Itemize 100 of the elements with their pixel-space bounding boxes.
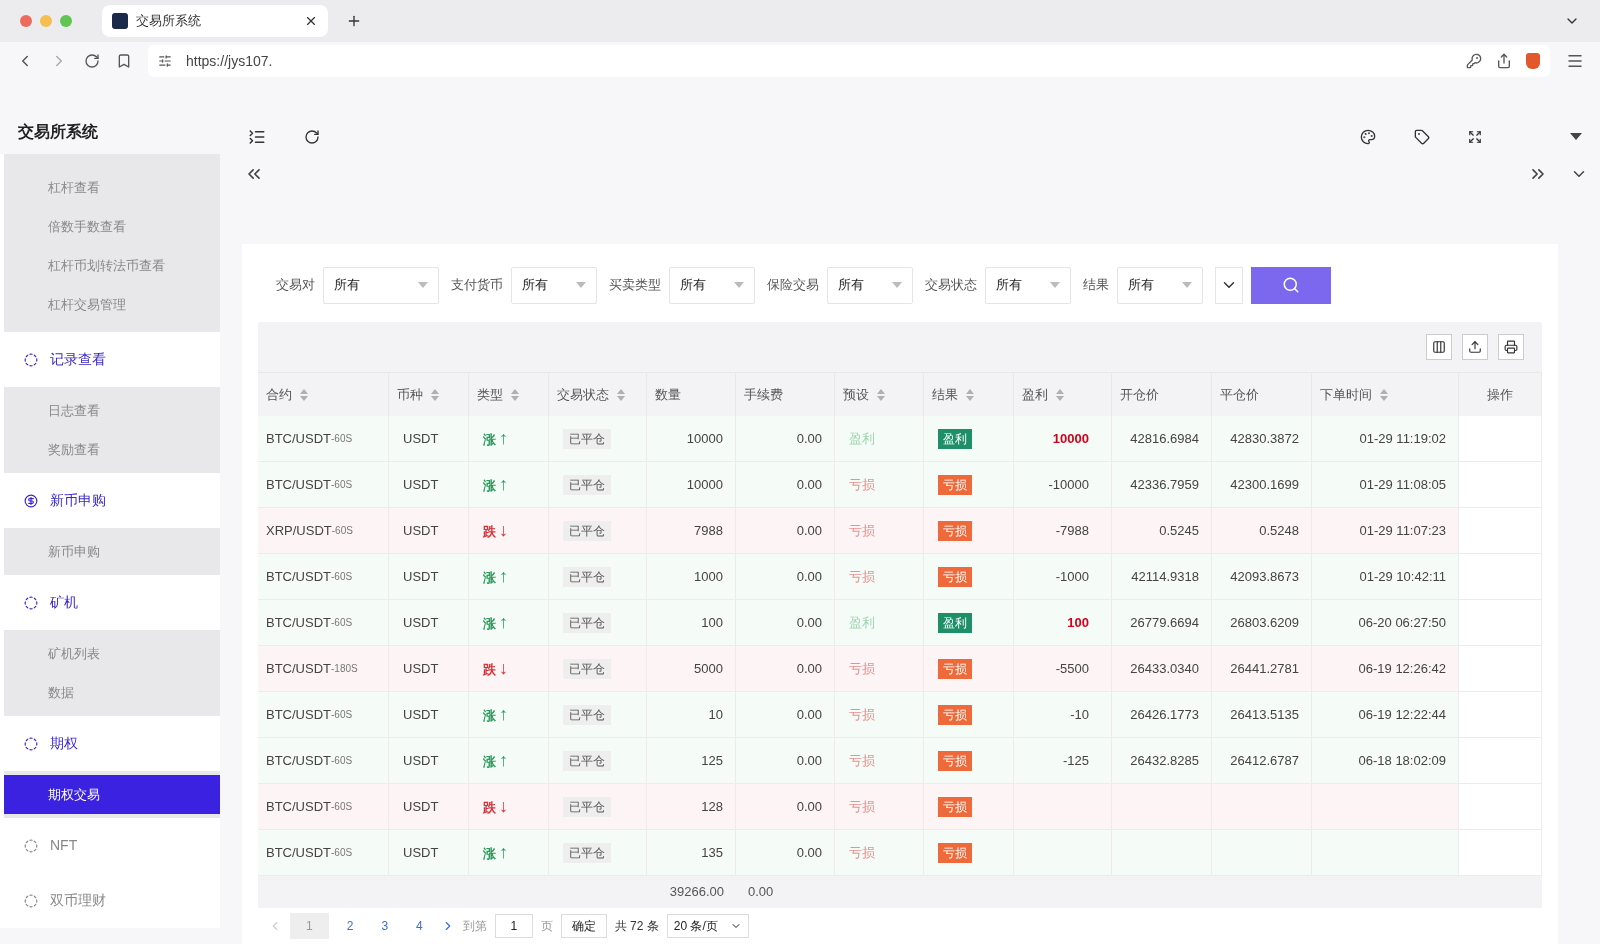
preset-label: 亏损	[849, 843, 875, 862]
palette-icon[interactable]	[1360, 129, 1376, 145]
direction-label: 涨 ↑	[483, 841, 508, 864]
profit-value: -125	[1062, 751, 1089, 770]
profit-value: 100	[1067, 613, 1089, 632]
direction-label: 涨 ↑	[483, 427, 508, 450]
address-bar[interactable]: https://jys107.	[148, 45, 1550, 77]
circle-icon	[24, 893, 38, 908]
page-size-select[interactable]: 20 条/页	[666, 914, 749, 938]
goto-label: 到第	[462, 918, 487, 935]
page-link[interactable]: 4	[406, 913, 433, 939]
preset-label: 亏损	[849, 797, 875, 816]
circle-icon	[24, 595, 38, 610]
preset-label: 亏损	[849, 567, 875, 586]
status-tag: 已平仓	[563, 474, 611, 495]
filter-select[interactable]: 所有	[323, 266, 439, 304]
circle-icon	[24, 352, 38, 367]
direction-label: 涨 ↑	[483, 749, 508, 772]
caret-icon	[892, 282, 902, 288]
columns-button[interactable]	[1426, 334, 1452, 360]
status-tag: 已平仓	[563, 428, 611, 449]
status-tag: 已平仓	[563, 566, 611, 587]
filter-label: 结果	[1083, 276, 1109, 295]
filter-select[interactable]: 所有	[827, 266, 913, 304]
filter-label: 买卖类型	[609, 276, 661, 295]
caret-icon	[734, 282, 744, 288]
table-cell: USDT	[389, 830, 469, 876]
result-tag: 亏损	[938, 566, 972, 587]
total-fee: 0.00	[747, 883, 775, 902]
site-settings-icon[interactable]	[158, 54, 172, 68]
result-tag: 亏损	[938, 842, 972, 863]
dropdown-icon[interactable]	[1570, 133, 1582, 141]
status-tag: 已平仓	[563, 796, 611, 817]
preset-label: 亏损	[849, 475, 875, 494]
direction-label: 涨 ↑	[483, 565, 508, 588]
share-icon[interactable]	[1496, 53, 1512, 69]
status-tag: 已平仓	[563, 612, 611, 633]
filter-select[interactable]: 所有	[511, 266, 597, 304]
direction-label: 跌 ↓	[483, 795, 508, 818]
print-icon	[1504, 340, 1518, 354]
print-button[interactable]	[1498, 334, 1524, 360]
result-tag: 盈利	[938, 428, 972, 449]
app-title: 交易所系统	[17, 122, 99, 142]
filter-select[interactable]: 所有	[669, 266, 755, 304]
profit-value: -1000	[1055, 567, 1089, 586]
circle-icon	[24, 838, 38, 853]
filter-select[interactable]: 所有	[1117, 266, 1203, 304]
direction-label: 涨 ↑	[483, 703, 508, 726]
status-tag: 已平仓	[563, 842, 611, 863]
close-icon[interactable]	[304, 14, 318, 28]
status-tag: 已平仓	[563, 520, 611, 541]
caret-icon	[576, 282, 586, 288]
caret-icon	[418, 282, 428, 288]
profit-value: 10000	[1052, 429, 1089, 448]
caret-icon	[1182, 282, 1192, 288]
preset-label: 盈利	[849, 429, 875, 448]
collapse-menu-icon[interactable]	[248, 128, 266, 146]
table-cell: 135	[647, 830, 736, 876]
menu-icon[interactable]	[1566, 52, 1584, 70]
page-input[interactable]: 1	[494, 914, 533, 938]
result-tag: 亏损	[938, 474, 972, 495]
direction-label: 涨 ↑	[483, 473, 508, 496]
filter-label: 交易状态	[925, 276, 977, 295]
status-tag: 已平仓	[563, 704, 611, 725]
key-icon[interactable]	[1466, 53, 1482, 69]
caret-icon	[1050, 282, 1060, 288]
page-link[interactable]: 3	[371, 913, 399, 939]
fullscreen-icon[interactable]	[1468, 130, 1482, 144]
preset-label: 亏损	[849, 659, 875, 678]
direction-label: 跌 ↓	[483, 519, 508, 542]
profit-value: -10000	[1048, 475, 1089, 494]
reload-icon[interactable]	[84, 53, 100, 69]
columns-icon	[1432, 340, 1446, 354]
result-tag: 亏损	[938, 520, 972, 541]
bookmark-icon[interactable]	[116, 53, 132, 69]
search-button[interactable]	[1251, 266, 1331, 304]
filter-label: 保险交易	[767, 276, 819, 295]
tag-icon[interactable]	[1414, 129, 1430, 145]
filter-select[interactable]: 所有	[985, 266, 1071, 304]
close-window-icon[interactable]	[20, 15, 32, 27]
table-cell: BTC/USDT-60S	[258, 830, 389, 876]
circle-icon	[24, 736, 38, 751]
shield-icon[interactable]	[1526, 53, 1540, 69]
page-link[interactable]: 2	[336, 913, 364, 939]
direction-label: 跌 ↓	[483, 657, 508, 680]
profit-value: -7988	[1055, 521, 1089, 540]
export-button[interactable]	[1462, 334, 1488, 360]
status-tag: 已平仓	[563, 658, 611, 679]
result-tag: 亏损	[938, 796, 972, 817]
browser-tab[interactable]: 交易所系统	[102, 5, 328, 37]
result-tag: 亏损	[938, 750, 972, 771]
preset-label: 亏损	[849, 705, 875, 724]
refresh-icon[interactable]	[304, 129, 320, 145]
site-icon	[112, 13, 128, 29]
sidebar-item[interactable]: 期权交易	[4, 775, 220, 814]
profit-value: -10	[1070, 705, 1089, 724]
profit-value: -5500	[1055, 659, 1089, 678]
filter-label: 交易对	[276, 276, 315, 295]
new-tab-icon[interactable]	[346, 13, 362, 29]
confirm-button[interactable]: 确定	[560, 914, 607, 938]
